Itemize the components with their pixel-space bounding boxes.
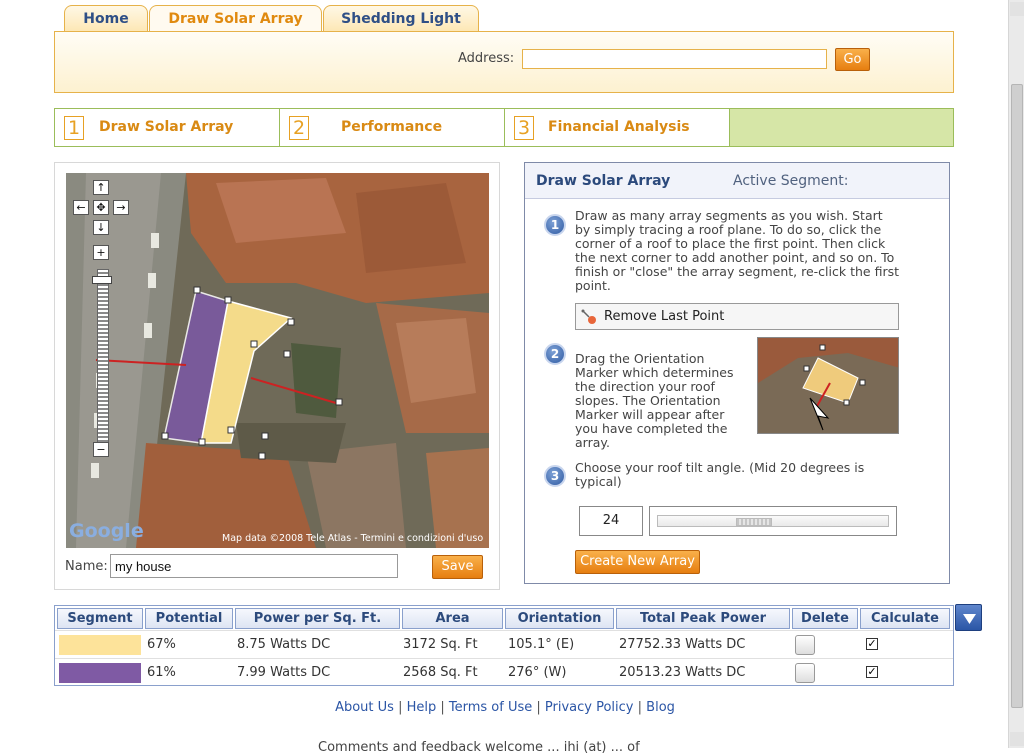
step-number: 2 <box>289 116 309 140</box>
tilt-slider-track <box>657 515 889 527</box>
remove-last-point-button[interactable]: Remove Last Point <box>575 303 899 330</box>
scroll-thumb[interactable] <box>1011 84 1023 708</box>
scroll-up-icon[interactable] <box>1010 2 1024 16</box>
footer-link-terms[interactable]: Terms of Use <box>449 700 532 715</box>
tab-draw-solar-array[interactable]: Draw Solar Array <box>149 5 322 33</box>
step-fill <box>730 109 953 146</box>
tilt-angle-input[interactable]: 24 <box>579 506 643 536</box>
zoom-knob[interactable] <box>92 276 112 284</box>
col-delete: Delete <box>792 608 858 629</box>
tilt-slider-handle[interactable] <box>736 518 772 526</box>
collapse-table-button[interactable] <box>955 604 982 631</box>
map-copyright: Map data ©2008 Tele Atlas - Termini e co… <box>222 533 484 544</box>
map-panel: ↑ ← ✥ → ↓ + − Google Map data ©2008 Tele… <box>54 162 500 590</box>
step-1-instructions: Draw as many array segments as you wish.… <box>575 208 899 293</box>
remove-last-point-label: Remove Last Point <box>604 309 725 324</box>
footer-link-blog[interactable]: Blog <box>646 700 675 715</box>
step-performance[interactable]: 2 Performance <box>280 109 505 146</box>
col-total-peak-power: Total Peak Power <box>616 608 790 629</box>
step-financial-analysis[interactable]: 3 Financial Analysis <box>505 109 730 146</box>
col-power-per-sqft: Power per Sq. Ft. <box>235 608 400 629</box>
tilt-angle-slider[interactable] <box>649 506 897 536</box>
calculate-checkbox[interactable]: ✓ <box>866 666 878 678</box>
zoom-out-icon[interactable]: − <box>93 442 109 457</box>
draw-panel: Draw Solar Array Active Segment: 1 Draw … <box>524 162 950 584</box>
address-bar: Address: Go <box>54 31 954 93</box>
step-label: Financial Analysis <box>548 119 690 135</box>
footer-link-about[interactable]: About Us <box>335 700 394 715</box>
orientation-example-image <box>757 337 899 434</box>
pan-up-icon[interactable]: ↑ <box>93 180 109 195</box>
table-header: Segment Potential Power per Sq. Ft. Area… <box>55 606 953 630</box>
go-button[interactable]: Go <box>835 48 870 71</box>
table-row: 67% 8.75 Watts DC 3172 Sq. Ft 105.1° (E)… <box>55 630 953 658</box>
chevron-down-icon <box>963 614 976 624</box>
active-segment-label: Active Segment: <box>733 173 849 189</box>
col-calculate: Calculate <box>860 608 950 629</box>
name-label: Name: <box>65 559 108 574</box>
table-row: 61% 7.99 Watts DC 2568 Sq. Ft 276° (W) 2… <box>55 658 953 686</box>
segment-color-swatch <box>59 635 141 655</box>
tab-shedding-light[interactable]: Shedding Light <box>323 5 479 32</box>
step-1-bullet: 1 <box>544 214 566 236</box>
step-label: Draw Solar Array <box>99 119 234 135</box>
cell-power: 7.99 Watts DC <box>237 665 331 680</box>
pan-left-icon[interactable]: ← <box>73 200 89 215</box>
col-area: Area <box>402 608 503 629</box>
pan-center-icon[interactable]: ✥ <box>93 200 109 215</box>
step-3-instructions: Choose your roof tilt angle. (Mid 20 deg… <box>575 460 865 489</box>
step-3-bullet: 3 <box>544 465 566 487</box>
create-new-array-button[interactable]: Create New Array <box>575 550 700 574</box>
cell-potential: 67% <box>147 637 176 652</box>
footer-link-help[interactable]: Help <box>407 700 437 715</box>
trash-icon[interactable] <box>795 635 815 655</box>
cell-power: 8.75 Watts DC <box>237 637 331 652</box>
trash-icon[interactable] <box>795 663 815 683</box>
col-potential: Potential <box>145 608 233 629</box>
google-logo: Google <box>69 520 144 542</box>
cell-orientation: 105.1° (E) <box>508 637 575 652</box>
address-label: Address: <box>458 51 515 66</box>
step-bar: 1 Draw Solar Array 2 Performance 3 Finan… <box>54 108 954 147</box>
zoom-in-icon[interactable]: + <box>93 245 109 260</box>
vertical-scrollbar[interactable] <box>1008 0 1024 748</box>
col-segment: Segment <box>57 608 143 629</box>
step-2-bullet: 2 <box>544 343 566 365</box>
draw-panel-header: Draw Solar Array Active Segment: <box>525 163 949 199</box>
pan-down-icon[interactable]: ↓ <box>93 220 109 235</box>
cell-peak-power: 20513.23 Watts DC <box>619 665 746 680</box>
address-input[interactable] <box>522 49 827 69</box>
remove-point-icon <box>581 309 596 324</box>
step-draw-solar-array[interactable]: 1 Draw Solar Array <box>55 109 280 146</box>
save-button[interactable]: Save <box>432 555 483 579</box>
zoom-slider[interactable] <box>97 269 109 443</box>
calculate-checkbox[interactable]: ✓ <box>866 638 878 650</box>
footer-link-privacy[interactable]: Privacy Policy <box>545 700 634 715</box>
step-number: 3 <box>514 116 534 140</box>
cell-orientation: 276° (W) <box>508 665 567 680</box>
scroll-down-icon[interactable] <box>1010 732 1024 746</box>
footer-links: About Us | Help | Terms of Use | Privacy… <box>335 700 675 715</box>
step-number: 1 <box>64 116 84 140</box>
name-input[interactable] <box>110 554 398 578</box>
pan-right-icon[interactable]: → <box>113 200 129 215</box>
satellite-map[interactable]: ↑ ← ✥ → ↓ + − Google Map data ©2008 Tele… <box>66 173 489 548</box>
step-2-instructions: Drag the Orientation Marker which determ… <box>575 351 734 450</box>
segment-color-swatch <box>59 663 141 683</box>
step-label: Performance <box>341 119 443 135</box>
tab-home[interactable]: Home <box>64 5 148 32</box>
draw-panel-title: Draw Solar Array <box>536 173 671 189</box>
cell-potential: 61% <box>147 665 176 680</box>
col-orientation: Orientation <box>505 608 614 629</box>
segment-table: Segment Potential Power per Sq. Ft. Area… <box>54 605 954 686</box>
cell-area: 2568 Sq. Ft <box>403 665 478 680</box>
cell-area: 3172 Sq. Ft <box>403 637 478 652</box>
cell-peak-power: 27752.33 Watts DC <box>619 637 746 652</box>
map-imagery <box>66 173 489 548</box>
